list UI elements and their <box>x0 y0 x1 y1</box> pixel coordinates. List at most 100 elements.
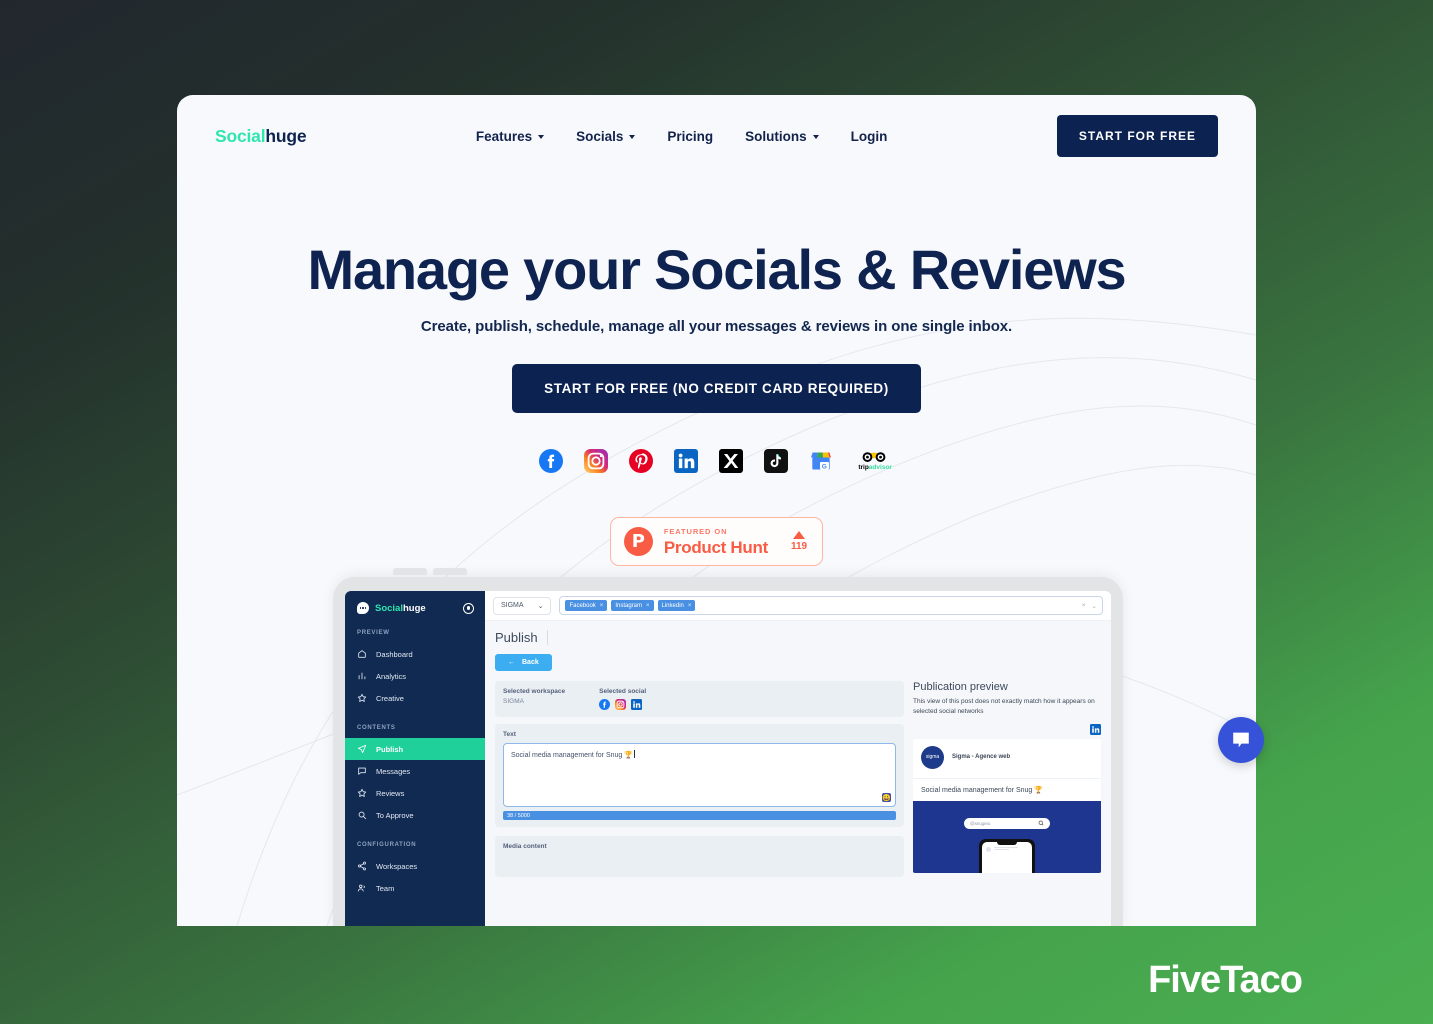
home-icon <box>358 650 366 658</box>
product-hunt-name: Product Hunt <box>663 537 768 557</box>
preview-phone-mockup <box>979 838 1035 873</box>
clear-tags-icon[interactable]: × <box>1082 602 1086 610</box>
phone-row <box>986 846 1028 852</box>
preview-image-search-text: @snugieu <box>970 820 991 826</box>
sidebar-item-team-label: Team <box>376 883 395 893</box>
watermark: FiveTaco <box>1148 959 1303 1001</box>
emoji-picker-icon[interactable]: 😀 <box>882 793 891 802</box>
svg-text:G: G <box>822 464 827 471</box>
tablet-mockup: Socialhuge PREVIEW Dashboard Analytics C… <box>333 568 1123 926</box>
product-hunt-badge[interactable]: P FEATURED ON Product Hunt 119 <box>609 517 824 567</box>
product-hunt-votes[interactable]: 119 <box>791 531 807 552</box>
start-for-free-button[interactable]: START FOR FREE <box>1056 115 1218 157</box>
preview-account-name: Sigma - Agence web <box>952 754 1011 760</box>
tag-instagram-label: Instagram <box>615 602 642 609</box>
tripadvisor-icon[interactable]: trip advisor <box>854 449 894 473</box>
selected-workspace-block: Selected workspace SIGMA <box>503 688 565 710</box>
facebook-icon[interactable] <box>539 449 563 474</box>
gear-icon[interactable] <box>463 602 474 614</box>
svg-text:advisor: advisor <box>869 464 893 471</box>
back-button[interactable]: ← Back <box>495 654 552 671</box>
nav-link-features-label: Features <box>475 128 533 144</box>
facebook-icon[interactable] <box>599 699 611 710</box>
selection-row: Selected workspace SIGMA Selected social <box>503 688 896 710</box>
workspace-select[interactable]: SIGMA ⌄ <box>493 596 552 615</box>
chat-icon <box>358 767 366 775</box>
selected-social-icons <box>599 699 646 710</box>
close-icon[interactable]: × <box>688 603 692 609</box>
preview-post-card: sigma Sigma - Agence web Social media ma… <box>913 738 1101 873</box>
workspace-select-value: SIGMA <box>501 602 524 609</box>
hero-cta-button[interactable]: START FOR FREE (NO CREDIT CARD REQUIRED) <box>512 364 921 414</box>
social-network-icons: G trip advisor <box>177 449 1256 474</box>
x-twitter-icon[interactable] <box>719 449 743 474</box>
preview-description: This view of this post does not exactly … <box>913 698 1095 715</box>
close-icon[interactable]: × <box>646 603 650 609</box>
instagram-icon[interactable] <box>584 449 608 474</box>
nav-link-login[interactable]: Login <box>851 129 888 144</box>
chevron-down-icon <box>629 135 636 139</box>
app-logo-part2: huge <box>403 602 426 614</box>
preview-post-header: sigma Sigma - Agence web <box>913 739 1101 778</box>
sidebar-item-dashboard[interactable]: Dashboard <box>345 643 485 665</box>
selected-social-label: Selected social <box>599 688 647 695</box>
linkedin-icon[interactable] <box>631 699 643 710</box>
nav-links: Features Socials Pricing Solutions Login <box>476 129 888 144</box>
sidebar-item-workspaces-label: Workspaces <box>376 861 418 871</box>
nav-link-login-label: Login <box>850 128 888 144</box>
social-tags-input[interactable]: Facebook × Instagram × Linkedin × × ⌄ <box>559 596 1103 615</box>
sidebar-item-reviews[interactable]: Reviews <box>345 782 485 804</box>
tiktok-icon[interactable] <box>764 449 788 474</box>
star-icon <box>357 788 367 797</box>
brand-logo[interactable]: Socialhuge <box>215 126 307 147</box>
tablet-button <box>393 568 427 575</box>
preview-image-search-pill: @snugieu <box>964 817 1050 829</box>
sidebar-item-publish-label: Publish <box>376 744 404 754</box>
tag-linkedin-label: Linkedin <box>661 602 684 609</box>
text-caret <box>633 750 635 758</box>
nav-link-pricing-label: Pricing <box>667 128 714 144</box>
nav-link-features[interactable]: Features <box>475 128 545 144</box>
preview-post-image: @snugieu <box>913 800 1101 873</box>
nav-link-solutions[interactable]: Solutions <box>745 129 819 144</box>
sidebar-item-to-approve[interactable]: To Approve <box>345 804 485 826</box>
sidebar-item-analytics[interactable]: Analytics <box>345 665 485 687</box>
close-icon[interactable]: × <box>600 603 604 609</box>
text-field-label: Text <box>503 731 516 738</box>
app-brand[interactable]: Socialhuge <box>345 602 485 614</box>
sidebar-item-analytics-label: Analytics <box>376 671 407 681</box>
app-logo: Socialhuge <box>375 603 426 614</box>
sidebar-item-messages-label: Messages <box>376 766 411 776</box>
sidebar-item-workspaces[interactable]: Workspaces <box>345 855 485 877</box>
instagram-icon[interactable] <box>615 699 627 710</box>
sidebar-item-team[interactable]: Team <box>345 877 485 899</box>
pinterest-icon[interactable] <box>629 449 653 474</box>
nav-link-socials-label: Socials <box>576 128 624 144</box>
nav-link-pricing[interactable]: Pricing <box>667 129 713 144</box>
publish-form-column: Selected workspace SIGMA Selected social <box>495 681 904 877</box>
search-icon <box>358 811 367 820</box>
google-business-icon[interactable]: G <box>809 449 833 473</box>
post-text-input[interactable]: Social media management for Snug 🏆 😀 <box>503 743 896 807</box>
nav-link-socials[interactable]: Socials <box>576 128 636 144</box>
chat-widget-button[interactable] <box>1218 717 1264 763</box>
tag-linkedin[interactable]: Linkedin × <box>657 600 696 611</box>
preview-heading: Publication preview <box>913 681 1008 693</box>
hero-subtitle: Create, publish, schedule, manage all yo… <box>420 318 1013 336</box>
linkedin-icon[interactable] <box>674 449 698 474</box>
sidebar-item-messages[interactable]: Messages <box>345 760 485 782</box>
tag-facebook-label: Facebook <box>569 602 596 609</box>
tag-facebook[interactable]: Facebook × <box>565 600 608 611</box>
media-content-label: Media content <box>503 843 547 850</box>
chevron-down-icon[interactable]: ⌄ <box>1092 602 1097 610</box>
product-hunt-text: FEATURED ON Product Hunt <box>664 528 768 556</box>
app-main: SIGMA ⌄ Facebook × Instagram × Linkedin … <box>485 591 1111 926</box>
phone-avatar-placeholder <box>986 846 991 852</box>
phone-line-placeholder <box>994 846 1028 852</box>
chevron-down-icon: ⌄ <box>537 602 544 610</box>
sidebar-item-publish[interactable]: Publish <box>345 738 485 760</box>
hero-section: Manage your Socials & Reviews Create, pu… <box>177 177 1256 567</box>
tag-instagram[interactable]: Instagram × <box>611 600 654 611</box>
sidebar-item-creative[interactable]: Creative <box>345 687 485 709</box>
product-hunt-wrap: P FEATURED ON Product Hunt 119 <box>177 517 1256 567</box>
